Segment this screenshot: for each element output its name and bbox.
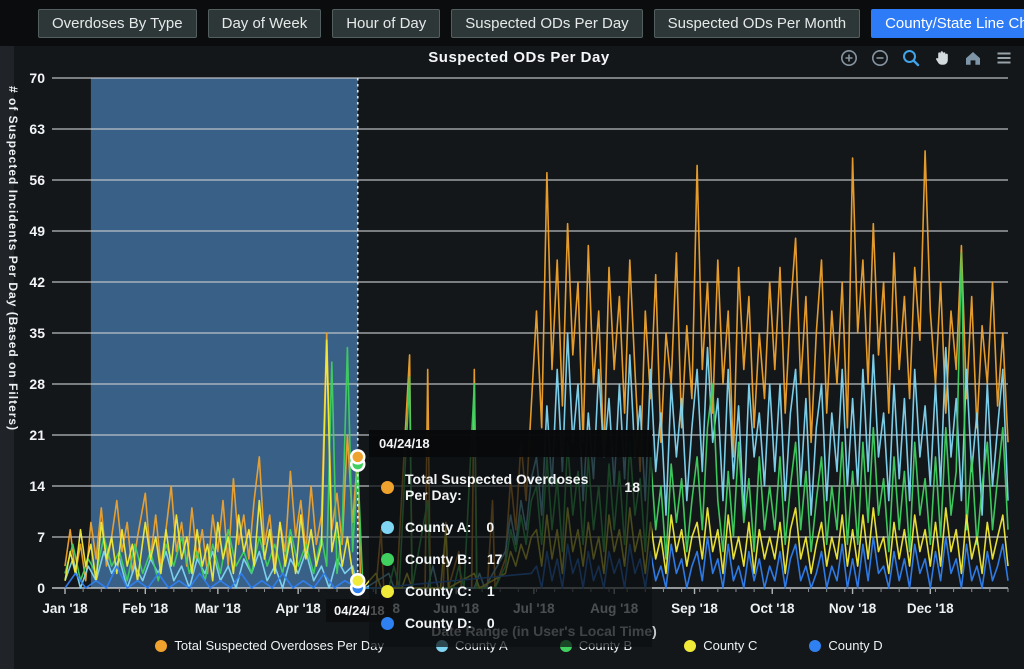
y-tick-label: 70 — [29, 70, 45, 86]
x-tick-label: Mar '18 — [195, 601, 241, 616]
legend-item-county-d[interactable]: County D — [809, 638, 882, 653]
tooltip-row-label: Total Suspected Overdoses Per Day: — [405, 471, 609, 503]
legend-label: Total Suspected Overdoses Per Day — [174, 638, 384, 653]
tooltip-row-label: County C: — [405, 583, 472, 599]
tooltip-body: Total Suspected Overdoses Per Day: 18 Coun… — [369, 457, 652, 647]
tooltip-row-label: County D: — [405, 615, 472, 631]
x-tick-label: Dec '18 — [907, 601, 954, 616]
legend-color-dot — [809, 640, 821, 652]
y-tick-label: 56 — [29, 172, 45, 188]
x-tick-label: Apr '18 — [276, 601, 322, 616]
legend-item-county-c[interactable]: County C — [684, 638, 757, 653]
tooltip-row-label: County A: — [405, 519, 471, 535]
x-tick-label: Feb '18 — [122, 601, 168, 616]
tooltip-row-value: 0 — [486, 519, 494, 535]
chart-tooltip: 04/24/18 Total Suspected Overdoses Per D… — [369, 430, 652, 647]
tooltip-row-label: County B: — [405, 551, 472, 567]
y-tick-label: 0 — [37, 580, 45, 596]
x-tick-label: Nov '18 — [829, 601, 877, 616]
tooltip-row-value: 18 — [624, 479, 640, 495]
legend-label: County D — [828, 638, 882, 653]
tooltip-row-value: 1 — [487, 583, 495, 599]
chart-panel: Suspected ODs Per Day 071421283542495663… — [14, 46, 1024, 669]
x-tick-label: Jan '18 — [42, 601, 88, 616]
y-tick-label: 42 — [29, 274, 45, 290]
legend-color-dot — [684, 640, 696, 652]
x-tick-label: Oct '18 — [750, 601, 795, 616]
tooltip-row-county-d: County D: 0 — [369, 607, 652, 639]
tooltip-row-county-a: County A: 0 — [369, 511, 652, 543]
series-color-dot — [381, 553, 394, 566]
tooltip-row-value: 0 — [487, 615, 495, 631]
y-tick-label: 63 — [29, 121, 45, 137]
y-axis-title: # of Suspected Incidents Per Day (Based … — [6, 86, 20, 566]
series-color-dot — [381, 481, 394, 494]
tooltip-row-value: 17 — [487, 551, 503, 567]
tooltip-row-total-suspected-overdoses-per-day: Total Suspected Overdoses Per Day: 18 — [369, 463, 652, 511]
y-tick-label: 14 — [29, 478, 45, 494]
legend-color-dot — [155, 640, 167, 652]
y-tick-label: 28 — [29, 376, 45, 392]
hover-marker-total-suspected-overdoses-per-day — [351, 450, 364, 463]
tooltip-row-county-c: County C: 1 — [369, 575, 652, 607]
y-tick-label: 21 — [29, 427, 45, 443]
legend-label: County C — [703, 638, 757, 653]
series-color-dot — [381, 521, 394, 534]
y-tick-label: 7 — [37, 529, 45, 545]
tooltip-row-county-b: County B: 17 — [369, 543, 652, 575]
tooltip-date: 04/24/18 — [369, 430, 652, 457]
dashboard: Overdoses By TypeDay of WeekHour of DayS… — [0, 0, 1024, 669]
legend-item-total-suspected-overdoses-per-day[interactable]: Total Suspected Overdoses Per Day — [155, 638, 384, 653]
hover-marker-county-c — [351, 574, 364, 587]
series-color-dot — [381, 585, 394, 598]
x-tick-label: Sep '18 — [671, 601, 718, 616]
y-tick-label: 35 — [29, 325, 45, 341]
y-tick-label: 49 — [29, 223, 45, 239]
series-color-dot — [381, 617, 394, 630]
